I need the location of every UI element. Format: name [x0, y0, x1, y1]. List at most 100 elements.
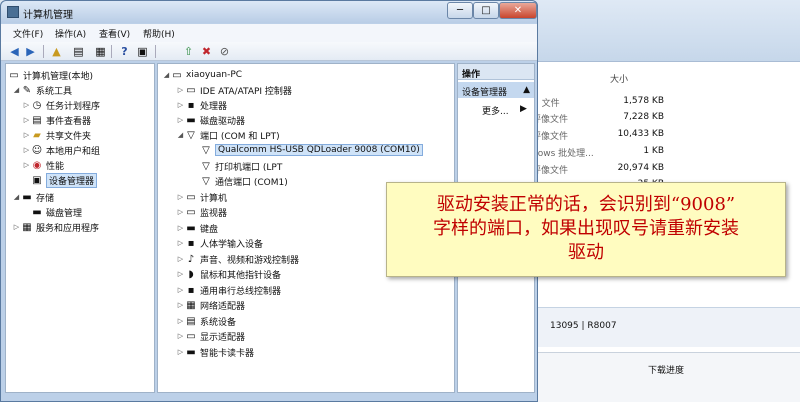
- download-label: 下载进度: [648, 366, 685, 376]
- device-audio[interactable]: ▷ ♪ 声音、视频和游戏控制器: [176, 252, 299, 266]
- collapse-icon[interactable]: ◢: [162, 71, 171, 79]
- expand-icon[interactable]: ▷: [22, 146, 31, 154]
- update-driver-icon[interactable]: ⇧: [181, 44, 196, 59]
- expand-icon[interactable]: ▷: [22, 101, 31, 109]
- speaker-icon: ♪: [187, 253, 195, 265]
- callout-line-1: 驱动安装正常的话，会识别到“9008”: [436, 194, 736, 215]
- tree-local-users[interactable]: ▷ ☺ 本地用户和组: [22, 143, 100, 157]
- services-icon: ▦: [22, 221, 32, 233]
- computer-icon: ▭: [186, 191, 196, 203]
- more-actions-label: 更多...: [482, 107, 509, 117]
- back-arrow-icon[interactable]: ◀: [7, 44, 22, 59]
- device-label: 处理器: [200, 101, 228, 112]
- device-display[interactable]: ▷ ▭ 显示适配器: [176, 329, 245, 343]
- expand-icon[interactable]: ▷: [176, 332, 185, 340]
- up-folder-icon[interactable]: ▲: [49, 44, 64, 59]
- expand-icon[interactable]: ▷: [176, 270, 185, 278]
- collapse-icon[interactable]: ◢: [12, 193, 21, 201]
- device-smartcard[interactable]: ▷ ▬ 智能卡读卡器: [176, 345, 254, 359]
- device-monitor[interactable]: ▷ ▭ 监视器: [176, 205, 227, 219]
- tree-label: 存储: [36, 193, 55, 204]
- title-bar[interactable]: 计算机管理 ─ □ ✕: [1, 1, 537, 23]
- device-lpt[interactable]: ▽ 打印机端口 (LPT: [200, 159, 282, 173]
- expand-icon[interactable]: ▷: [176, 255, 185, 263]
- network-adapter-icon: ▦: [186, 299, 196, 311]
- device-system[interactable]: ▷ ▤ 系统设备: [176, 314, 236, 328]
- uninstall-icon[interactable]: ⊘: [217, 44, 232, 59]
- expand-icon[interactable]: ▷: [22, 131, 31, 139]
- expand-icon[interactable]: ▷: [176, 286, 185, 294]
- expand-icon[interactable]: ▷: [176, 301, 185, 309]
- file-row[interactable]: 评像文件 20,974 KB: [530, 163, 800, 178]
- expand-icon[interactable]: ▷: [22, 161, 31, 169]
- file-row[interactable]: N 文件 1,578 KB: [530, 96, 800, 111]
- properties-icon[interactable]: ▦: [93, 44, 108, 59]
- expand-icon[interactable]: ▷: [176, 348, 185, 356]
- device-ide[interactable]: ▷ ▭ IDE ATA/ATAPI 控制器: [176, 83, 292, 97]
- expand-icon[interactable]: ▷: [12, 223, 21, 231]
- file-row[interactable]: dows 批处理... 1 KB: [530, 146, 800, 161]
- menu-file[interactable]: 文件(F): [13, 27, 43, 40]
- tree-performance[interactable]: ▷ ◉ 性能: [22, 158, 64, 172]
- users-icon: ☺: [31, 144, 43, 156]
- tree-disk-management[interactable]: ▬ 磁盘管理: [31, 205, 82, 219]
- tree-system-tools[interactable]: ◢ ✎ 系统工具: [12, 83, 72, 97]
- maximize-button[interactable]: □: [473, 2, 499, 19]
- tree-device-manager[interactable]: ▣ 设备管理器: [31, 172, 98, 188]
- tree-storage[interactable]: ◢ ▬ 存储: [12, 190, 54, 204]
- help-icon[interactable]: ?: [117, 44, 132, 59]
- file-row[interactable]: 评像文件 10,433 KB: [530, 129, 800, 144]
- show-hide-tree-icon[interactable]: ▤: [71, 44, 86, 59]
- size-column-header[interactable]: 大小: [610, 72, 628, 85]
- expand-icon[interactable]: ▷: [176, 224, 185, 232]
- usb-icon: ▪: [187, 284, 195, 296]
- port-icon: ▽: [202, 144, 210, 156]
- hid-icon: ▪: [187, 237, 195, 249]
- more-actions[interactable]: 更多... ▶: [482, 104, 527, 117]
- minimize-button[interactable]: ─: [447, 2, 473, 19]
- details-pane: 13095 | R8007: [530, 307, 800, 347]
- tree-shared-folders[interactable]: ▷ ▰ 共享文件夹: [22, 128, 91, 142]
- collapse-icon[interactable]: ◢: [176, 131, 185, 139]
- expand-icon[interactable]: ▷: [176, 208, 185, 216]
- disk-icon: ▬: [32, 206, 42, 218]
- forward-arrow-icon[interactable]: ▶: [23, 44, 38, 59]
- file-row[interactable]: 评像文件 7,228 KB: [530, 112, 800, 127]
- menu-view[interactable]: 查看(V): [99, 27, 130, 40]
- device-label: 显示适配器: [200, 332, 246, 343]
- tree-root[interactable]: ▭ 计算机管理(本地): [8, 68, 93, 82]
- actions-header: 操作: [458, 64, 534, 80]
- collapse-icon[interactable]: ◢: [12, 86, 21, 94]
- device-computer[interactable]: ▷ ▭ 计算机: [176, 190, 227, 204]
- device-com1[interactable]: ▽ 通信端口 (COM1): [200, 174, 288, 188]
- device-label: IDE ATA/ATAPI 控制器: [200, 86, 292, 97]
- device-mouse[interactable]: ▷ ◗ 鼠标和其他指针设备: [176, 267, 281, 281]
- expand-icon[interactable]: ▷: [176, 86, 185, 94]
- expand-icon[interactable]: ▷: [176, 101, 185, 109]
- device-keyboard[interactable]: ▷ ▬ 键盘: [176, 221, 218, 235]
- expand-icon[interactable]: ▷: [176, 239, 185, 247]
- device-usb[interactable]: ▷ ▪ 通用串行总线控制器: [176, 283, 281, 297]
- disable-icon[interactable]: ✖: [199, 44, 214, 59]
- view-icon[interactable]: ▣: [135, 44, 150, 59]
- device-qualcomm-9008[interactable]: ▽ Qualcomm HS-USB QDLoader 9008 (COM10): [200, 143, 423, 157]
- display-adapter-icon: ▭: [186, 330, 196, 342]
- device-disk[interactable]: ▷ ▬ 磁盘驱动器: [176, 113, 245, 127]
- device-network[interactable]: ▷ ▦ 网络适配器: [176, 298, 245, 312]
- expand-icon[interactable]: ▷: [176, 317, 185, 325]
- device-cpu[interactable]: ▷ ▪ 处理器: [176, 98, 227, 112]
- menu-help[interactable]: 帮助(H): [143, 27, 175, 40]
- expand-icon[interactable]: ▷: [176, 193, 185, 201]
- device-ports[interactable]: ◢ ▽ 端口 (COM 和 LPT): [176, 128, 280, 142]
- menu-action[interactable]: 操作(A): [55, 27, 86, 40]
- expand-icon[interactable]: ▷: [22, 116, 31, 124]
- close-button[interactable]: ✕: [499, 2, 537, 19]
- actions-device-manager[interactable]: 设备管理器 ▲: [458, 82, 534, 98]
- tree-event-viewer[interactable]: ▷ ▤ 事件查看器: [22, 113, 91, 127]
- device-root[interactable]: ◢ ▭ xiaoyuan-PC: [162, 68, 242, 82]
- collapse-arrow-icon[interactable]: ▲: [523, 85, 530, 95]
- device-hid[interactable]: ▷ ▪ 人体学输入设备: [176, 236, 263, 250]
- tree-services[interactable]: ▷ ▦ 服务和应用程序: [12, 220, 99, 234]
- expand-icon[interactable]: ▷: [176, 116, 185, 124]
- tree-task-scheduler[interactable]: ▷ ◷ 任务计划程序: [22, 98, 100, 112]
